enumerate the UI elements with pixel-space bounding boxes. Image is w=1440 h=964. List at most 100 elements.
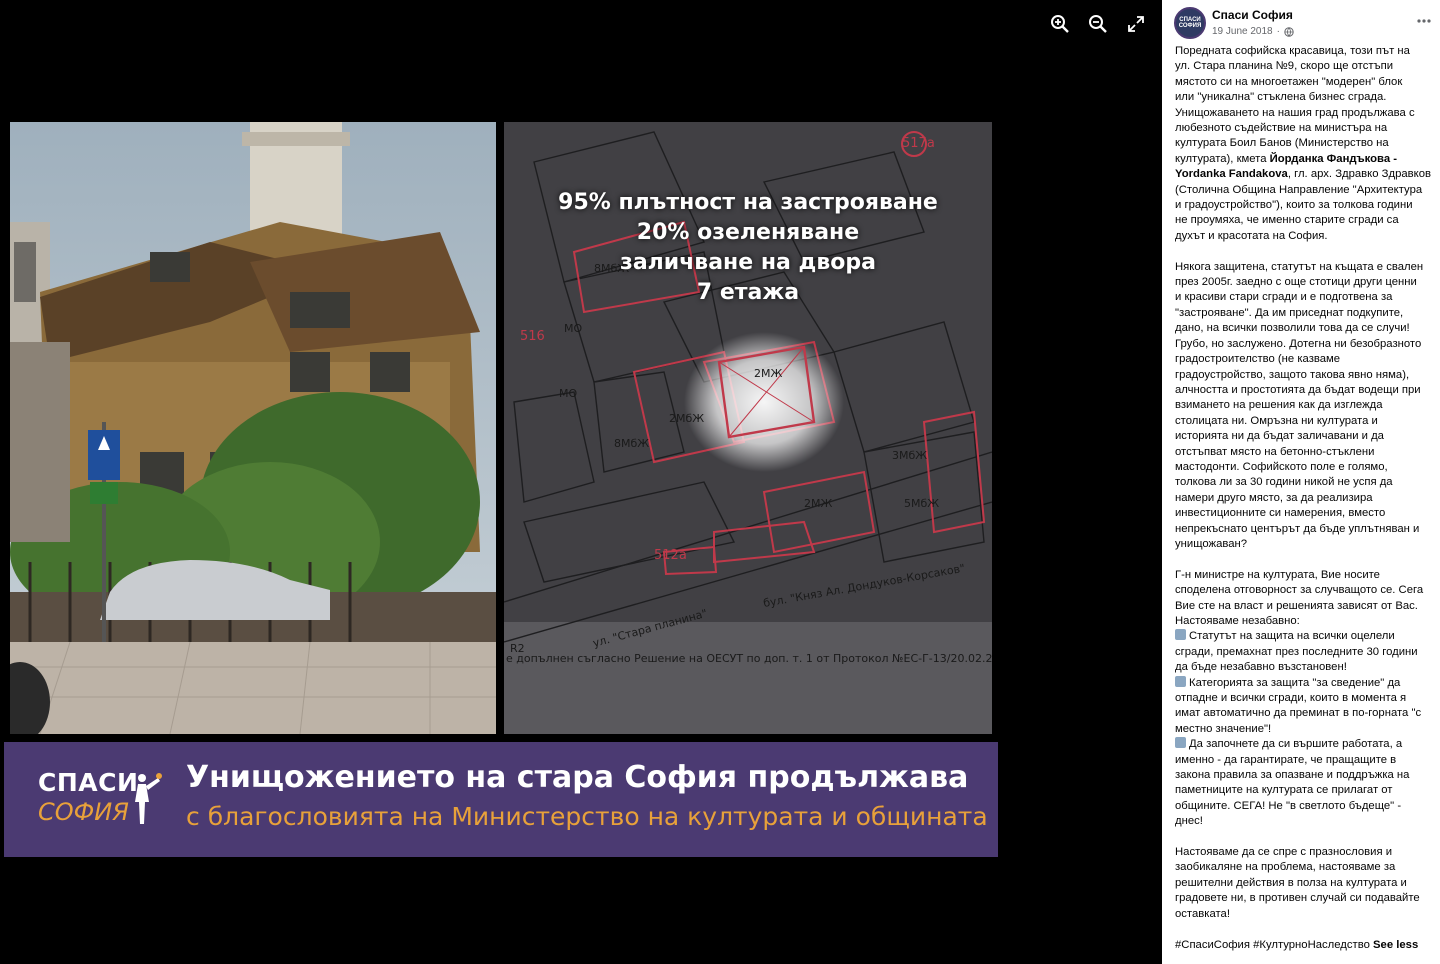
svg-text:2МЖ: 2МЖ xyxy=(804,497,832,510)
banner-subtitle: с благословията на Министерство на култу… xyxy=(186,802,988,831)
svg-text:2МЖ: 2МЖ xyxy=(754,367,782,380)
text-line: мастодонти. Софийското поле е голямо, xyxy=(1175,460,1388,473)
list-item: Категорията за защита "за сведение" да xyxy=(1175,675,1433,691)
viewer-toolbar xyxy=(1048,12,1148,36)
list-item: Статутът на защита на всички оцелели xyxy=(1175,629,1433,644)
house-illustration xyxy=(10,122,496,734)
post-paragraph: Поредната софийска красавица, този път н… xyxy=(1175,44,1433,244)
text-line: местно значение"! xyxy=(1175,722,1272,735)
text-line: градостроителство (не казваме xyxy=(1175,353,1341,366)
text-line: оставката! xyxy=(1175,907,1230,920)
text-line: закона правила за опазване и поддръжка н… xyxy=(1175,769,1410,782)
text-line: Унищожаването на нашия град продължава с xyxy=(1175,106,1415,119)
post-paragraph: Някога защитена, статутът на къщата е св… xyxy=(1175,260,1433,553)
svg-text:2МбЖ: 2МбЖ xyxy=(669,412,704,425)
text-line: инвестиционните си намерения, вместо xyxy=(1175,507,1386,520)
post-paragraph: Настояваме да се спре с празнословия и з… xyxy=(1175,845,1433,922)
post-text: Поредната софийска красавица, този път н… xyxy=(1175,44,1433,953)
list-item-text: Статутът на защита на всички оцелели xyxy=(1189,630,1395,643)
statue-icon xyxy=(135,773,162,824)
post-image[interactable]: МО 8МбЖ МО 2МбЖ 2МЖ 8МбЖ 3МбЖ 2МЖ 5МбЖ ул. "Ст… xyxy=(0,118,1000,863)
mayor-tag-link[interactable]: Йорданка Фандъкова - xyxy=(1270,153,1397,165)
zoom-in-button[interactable] xyxy=(1048,12,1072,36)
overlay-line: 20% озеленяване xyxy=(636,220,860,245)
text-line: унищожаван? xyxy=(1175,537,1248,550)
text-line: столицата ни. Омръзна ни културата и xyxy=(1175,414,1378,427)
svg-text:МО: МО xyxy=(559,387,577,400)
text-line: общините. СЕГА! Не "в светлото бъдеще" - xyxy=(1175,799,1402,812)
text-line: Грубо, но заслужено. Дотегна ни безобраз… xyxy=(1175,337,1422,350)
text-line: решителни действия в полза на културата … xyxy=(1175,876,1407,889)
avatar-text: СПАСИ СОФИЯ xyxy=(1178,17,1202,29)
post-date-link[interactable]: 19 June 2018 xyxy=(1212,26,1273,37)
text-line: културата Боил Банов (Министерство на xyxy=(1175,137,1389,150)
text-line: историята ни да бъдат заличавани и да xyxy=(1175,430,1384,443)
mayor-profile-link[interactable]: Yordanka Fandakova xyxy=(1175,168,1288,180)
banner-title: Унищожението на стара София продължава xyxy=(186,760,969,795)
page-name-link[interactable]: Спаси София xyxy=(1212,8,1293,22)
svg-text:5МбЖ: 5МбЖ xyxy=(904,497,939,510)
zoom-out-icon xyxy=(1089,15,1107,33)
text-fragment: културата), кмета xyxy=(1175,152,1270,165)
campaign-banner: СПАСИ СОФИЯ Унищожението на стара София … xyxy=(4,742,998,857)
see-less-button[interactable]: See less xyxy=(1373,939,1418,951)
text-line: духът и красотата на София. xyxy=(1175,229,1328,242)
spasi-sofia-logo: СПАСИ СОФИЯ xyxy=(36,768,166,832)
svg-text:512а: 512а xyxy=(654,548,687,563)
overlay-line: 95% плътност на застрояване xyxy=(558,190,938,215)
svg-text:517а: 517а xyxy=(902,136,935,151)
text-line: мястото си на многоетажен "модерен" блок xyxy=(1175,75,1403,88)
text-line: или "уникална" стъклена бизнес сграда. xyxy=(1175,91,1387,104)
text-line: непрекъснато центърът да бъде уплътняван… xyxy=(1175,522,1420,535)
text-fragment: , гл. арх. Здравко Здравков xyxy=(1287,168,1432,181)
post-header: СПАСИ СОФИЯ Спаси София 19 June 2018 · xyxy=(1174,7,1436,41)
fullscreen-button[interactable] xyxy=(1124,12,1148,36)
text-line: Г-н министре на културата, Вие носите xyxy=(1175,568,1380,581)
text-line: взимането на решения как да изглежда xyxy=(1175,399,1383,412)
page-avatar[interactable]: СПАСИ СОФИЯ xyxy=(1174,7,1206,39)
text-line: толкова ли за 30 години никой не успя да xyxy=(1175,476,1393,489)
keycap-3-icon xyxy=(1175,737,1186,749)
text-line: намери друго място, за да реализира xyxy=(1175,491,1373,504)
post-sidebar: СПАСИ СОФИЯ Спаси София 19 June 2018 · П… xyxy=(1162,0,1440,964)
text-line: именно - да гарантирате, че пращащите в xyxy=(1175,753,1397,766)
text-line: любезното съдействие на министъра на xyxy=(1175,122,1388,135)
hashtags-line: #СпасиСофия #КултурноНаследство See less xyxy=(1175,938,1433,953)
logo-bottom-text: СОФИЯ xyxy=(38,798,129,826)
hashtag-links[interactable]: #СпасиСофия #КултурноНаследство xyxy=(1175,939,1370,951)
photo-viewer: МО 8МбЖ МО 2МбЖ 2МЖ 8МбЖ 3МбЖ 2МЖ 5МбЖ ул. "Ст… xyxy=(0,0,1162,964)
post-paragraph: Г-н министре на културата, Вие носите сп… xyxy=(1175,568,1433,830)
text-line: отпадне и всички сгради, които в момента… xyxy=(1175,692,1407,705)
text-line: да бъде незабавно възстановен! xyxy=(1175,661,1347,674)
svg-text:3МбЖ: 3МбЖ xyxy=(892,449,927,462)
zoom-out-button[interactable] xyxy=(1086,12,1110,36)
text-line: имат автоматично да преминат в по-горнат… xyxy=(1175,707,1422,720)
text-line: споделена отговорност за случващото се. … xyxy=(1175,584,1424,597)
text-line: "застрояване". Да им приседнат подкупите… xyxy=(1175,306,1404,319)
globe-icon xyxy=(1284,26,1294,37)
text-line: Настояваме да се спре с празнословия и xyxy=(1175,846,1393,859)
list-item-text: Категорията за защита "за сведение" да xyxy=(1189,676,1401,689)
text-line: сгради, премахнат през последните 30 год… xyxy=(1175,645,1418,658)
list-item: Да започнете да си вършите работата, а xyxy=(1175,737,1433,752)
text-line: (Столична Община Направление "Архитектур… xyxy=(1175,183,1423,196)
svg-text:516: 516 xyxy=(520,329,545,344)
cadastral-plan: МО 8МбЖ МО 2МбЖ 2МЖ 8МбЖ 3МбЖ 2МЖ 5МбЖ ул. "Ст… xyxy=(504,122,992,734)
text-line: дано, на всички позволили това да се слу… xyxy=(1175,322,1410,335)
text-line: градовете ни, в противен случай си подав… xyxy=(1175,892,1420,905)
plan-overlay-text: 95% плътност на застрояване 20% озеленяв… xyxy=(504,188,992,308)
post-date: 19 June 2018 · xyxy=(1212,26,1294,37)
text-line: паметниците на културата се прилагат от xyxy=(1175,784,1393,797)
overlay-line: заличване на двора xyxy=(620,250,876,275)
more-options-button[interactable] xyxy=(1412,13,1436,29)
text-line: градоустройство, защото такова явно няма… xyxy=(1175,368,1410,381)
fullscreen-icon xyxy=(1128,16,1144,32)
text-line: отстъпват място на бетонно-стъклени xyxy=(1175,445,1375,458)
overlay-line: 7 етажа xyxy=(696,280,800,305)
text-line: Вие сте на власт и решенията зависят от … xyxy=(1175,599,1418,612)
text-line: Yordanka Fandakova, гл. арх. Здравко Здр… xyxy=(1175,167,1433,182)
svg-text:МО: МО xyxy=(564,322,582,335)
svg-text:8МбЖ: 8МбЖ xyxy=(614,437,649,450)
text-line: Настояваме незабавно: xyxy=(1175,615,1300,627)
zoom-in-icon xyxy=(1051,15,1069,33)
